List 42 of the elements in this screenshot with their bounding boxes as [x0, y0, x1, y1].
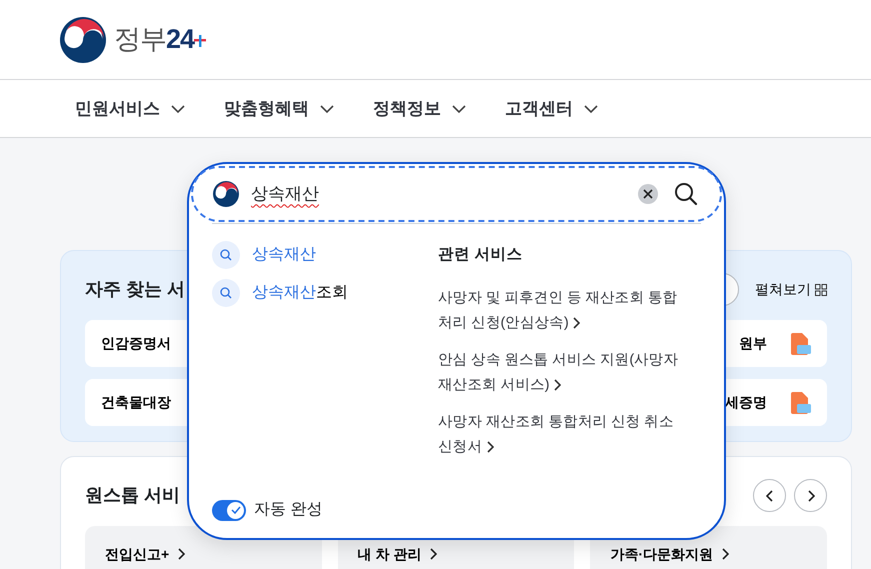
- chevron-down-icon: [319, 104, 335, 114]
- chevron-down-icon: [451, 104, 467, 114]
- autocomplete-toggle[interactable]: [212, 500, 246, 520]
- nav-menu-item[interactable]: 고객센터: [505, 96, 599, 122]
- search-icon: [220, 287, 232, 299]
- chevron-right-icon: [429, 548, 438, 560]
- suggestion-item[interactable]: 상속재산조회: [212, 274, 438, 312]
- nav-menu-item[interactable]: 맞춤형혜택: [224, 96, 335, 122]
- emblem-icon: [60, 16, 106, 62]
- search-icon: [674, 182, 698, 206]
- suggestion-item[interactable]: 상속재산: [212, 236, 438, 274]
- chevron-down-icon: [583, 104, 599, 114]
- plus-icon: [194, 32, 206, 46]
- document-icon: [791, 332, 811, 354]
- previous-button[interactable]: [753, 479, 786, 512]
- close-icon: [643, 189, 653, 199]
- logo-word: 정부: [114, 23, 166, 56]
- section-title: 자주 찾는 서: [85, 278, 186, 300]
- chevron-right-icon: [177, 548, 186, 560]
- next-button[interactable]: [794, 479, 827, 512]
- section-title: 원스톱 서비: [85, 484, 180, 506]
- nav-menu-item[interactable]: 민원서비스: [75, 96, 186, 122]
- emblem-icon: [213, 181, 239, 207]
- grid-icon: [815, 284, 827, 296]
- logo-number: 24: [166, 23, 194, 56]
- chevron-right-icon: [572, 317, 580, 330]
- chevron-right-icon: [806, 490, 814, 502]
- search-button[interactable]: [674, 182, 698, 206]
- site-logo[interactable]: 정부24: [60, 16, 206, 62]
- chevron-right-icon: [552, 379, 561, 392]
- document-icon: [791, 392, 811, 414]
- chevron-down-icon: [170, 104, 186, 114]
- chevron-right-icon: [486, 441, 494, 454]
- chevron-left-icon: [766, 490, 774, 502]
- check-icon: [230, 506, 240, 514]
- expand-button[interactable]: 펼쳐보기: [755, 279, 827, 300]
- nav-menu-item[interactable]: 정책정보: [373, 96, 467, 122]
- search-icon: [220, 249, 232, 261]
- related-title: 관련 서비스: [438, 245, 524, 265]
- autocomplete-label: 자동 완성: [254, 500, 322, 520]
- chevron-right-icon: [721, 548, 729, 560]
- clear-button[interactable]: [638, 184, 658, 204]
